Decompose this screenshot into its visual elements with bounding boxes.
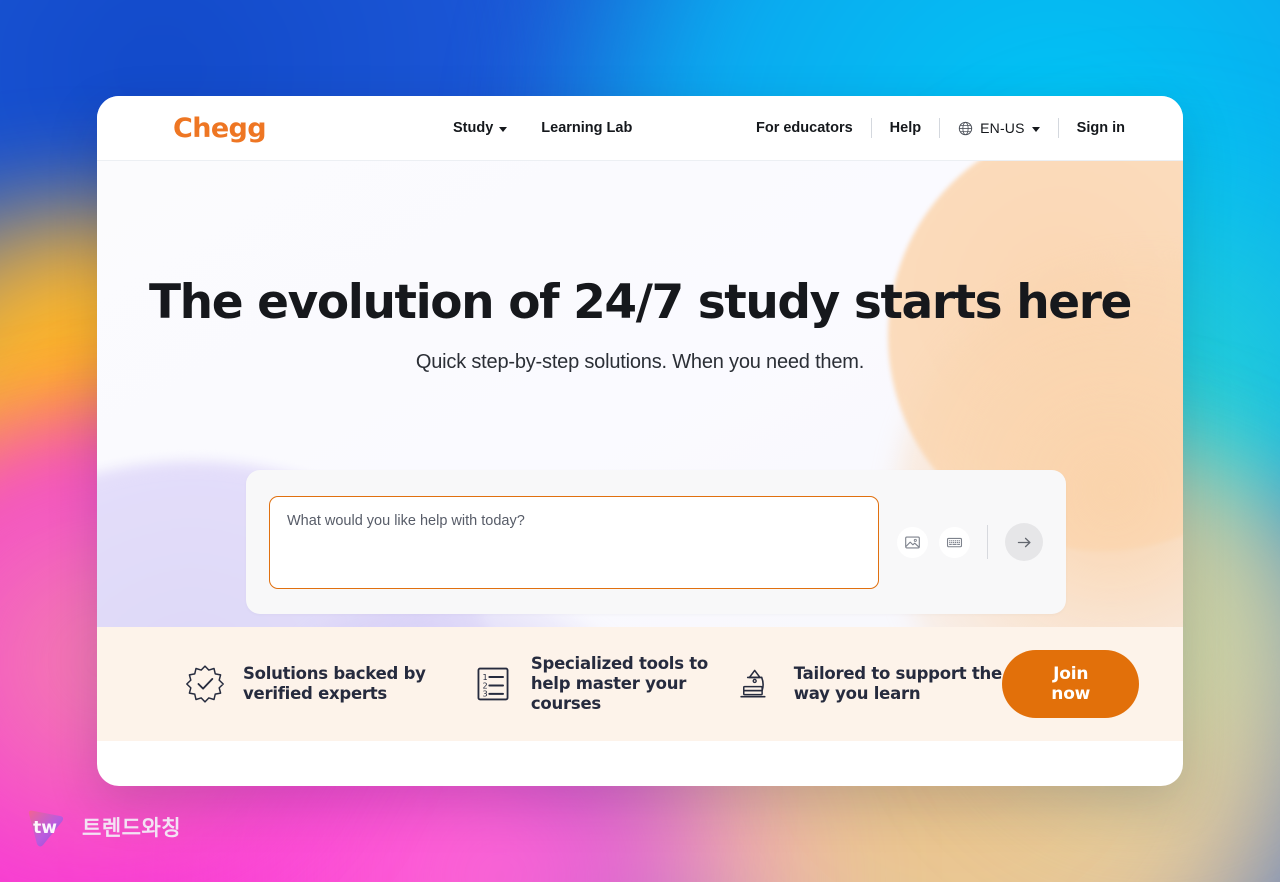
feature-item: Tailored to support the way you learn [734, 662, 1003, 706]
feature-label: Specialized tools to help master your co… [530, 653, 708, 714]
trendwatching-logo-icon: tw [28, 810, 64, 847]
search-input[interactable] [269, 495, 879, 589]
chevron-down-icon [499, 126, 508, 132]
numbered-list-icon: 1 2 3 [471, 662, 515, 706]
nav-item-study-label: Study [453, 120, 494, 136]
watermark-label: 트렌드와칭 [82, 816, 182, 840]
nav-divider [870, 118, 872, 138]
desk-lamp-icon [734, 662, 778, 706]
site-header: Chegg Study Learning Lab For educators H… [97, 96, 1183, 161]
hero-section: The evolution of 24/7 study starts here … [97, 161, 1183, 741]
search-card [246, 470, 1066, 614]
feature-label: Tailored to support the way you learn [793, 663, 1002, 703]
nav-item-for-educators[interactable]: For educators [756, 120, 853, 136]
feature-label: Solutions backed by verified experts [243, 663, 426, 703]
feature-item: 1 2 3 Specialized tools to help master y… [471, 654, 734, 715]
actions-divider [987, 525, 988, 559]
primary-nav: Study Learning Lab [453, 120, 632, 136]
svg-text:3: 3 [482, 689, 487, 699]
nav-item-help[interactable]: Help [890, 120, 921, 136]
chegg-logo[interactable]: Chegg [173, 113, 267, 144]
page-background: Chegg Study Learning Lab For educators H… [0, 0, 1280, 882]
submit-button[interactable] [1005, 523, 1043, 561]
chevron-down-icon [1031, 126, 1040, 132]
nav-divider [939, 118, 941, 138]
nav-item-study[interactable]: Study [453, 120, 508, 136]
page-title: The evolution of 24/7 study starts here [148, 275, 1132, 330]
language-label: EN-US [980, 120, 1025, 136]
feature-item: Solutions backed by verified experts [183, 662, 471, 706]
join-now-button[interactable]: Join now [1002, 650, 1140, 718]
search-actions [897, 523, 1043, 561]
page-subtitle: Quick step-by-step solutions. When you n… [415, 350, 865, 373]
globe-icon [958, 121, 973, 135]
hero-copy: The evolution of 24/7 study starts here … [97, 275, 1183, 374]
browser-window: Chegg Study Learning Lab For educators H… [97, 96, 1183, 786]
feature-bar: Solutions backed by verified experts 1 2… [97, 627, 1183, 741]
sign-in-link[interactable]: Sign in [1077, 120, 1125, 136]
svg-text:tw: tw [33, 818, 57, 838]
keyboard-icon [946, 537, 963, 547]
nav-divider [1057, 118, 1059, 138]
secondary-nav: For educators Help EN-US Sign in [756, 118, 1125, 138]
watermark: tw 트렌드와칭 [20, 802, 181, 852]
image-upload-button[interactable] [897, 526, 928, 558]
nav-item-learning-lab[interactable]: Learning Lab [541, 120, 632, 136]
arrow-right-icon [1017, 537, 1031, 547]
math-keyboard-button[interactable] [939, 526, 970, 558]
language-selector[interactable]: EN-US [958, 120, 1040, 136]
verified-badge-icon [183, 662, 227, 706]
image-upload-icon [905, 536, 920, 548]
